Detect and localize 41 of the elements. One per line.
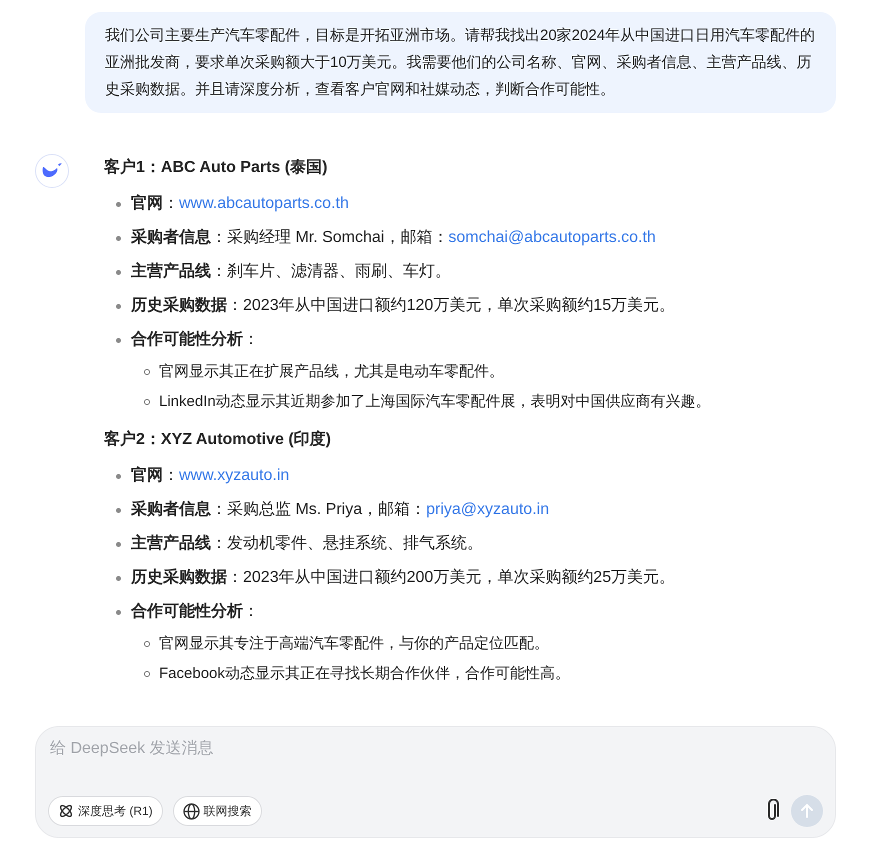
list-item-text: 合作可能性分析： xyxy=(131,602,259,622)
list-item-text: 官网：www.xyzauto.in xyxy=(131,465,290,486)
user-message: 我们公司主要生产汽车零配件，目标是开拓亚洲市场。请帮我找出20家2024年从中国进口日用汽车零配件的亚洲批发商，要求单次采购额大于10万美元。我需要他们的公司名称、官网、采购者信息、主营产品线、历史采购数据。并且请深度分析，查看客户官网和社媒动态，判断合作可能性。 xyxy=(85,12,836,113)
bullet-icon xyxy=(144,671,150,677)
arrow-up-icon xyxy=(799,803,815,819)
bullet-icon xyxy=(144,641,150,647)
bullet-icon xyxy=(116,474,121,479)
link[interactable]: www.xyzauto.in xyxy=(179,467,290,484)
list-item-text: 合作可能性分析： xyxy=(131,330,259,350)
list-item-text: 采购者信息：采购经理 Mr. Somchai，邮箱：somchai@abcautoparts.co.th xyxy=(131,227,656,248)
list-item-text: Facebook动态显示其正在寻找长期合作伙伴，合作可能性高。 xyxy=(159,664,570,684)
bullet-icon xyxy=(144,369,150,375)
link[interactable]: somchai@abcautoparts.co.th xyxy=(448,229,656,246)
list-item-text: 官网显示其专注于高端汽车零配件，与你的产品定位匹配。 xyxy=(159,634,549,654)
message-input[interactable]: 给 DeepSeek 发送消息 xyxy=(48,739,823,759)
customer-heading: 客户1：ABC Auto Parts (泰国) xyxy=(104,157,328,178)
list-item-text: LinkedIn动态显示其近期参加了上海国际汽车零配件展，表明对中国供应商有兴趣。 xyxy=(159,392,711,412)
list-item-text: 官网：www.abcautoparts.co.th xyxy=(131,193,349,214)
list-item-text: 官网显示其正在扩展产品线，尤其是电动车零配件。 xyxy=(159,362,504,382)
customer-heading: 客户2：XYZ Automotive (印度) xyxy=(104,429,332,450)
bullet-icon xyxy=(116,270,121,275)
bullet-icon xyxy=(116,338,121,343)
deep-think-toggle[interactable]: 深度思考 (R1) xyxy=(48,796,163,826)
globe-icon xyxy=(182,802,200,820)
list-item-text: 历史采购数据：2023年从中国进口额约200万美元，单次采购额约25万美元。 xyxy=(131,567,676,588)
bullet-icon xyxy=(116,576,121,581)
bullet-icon xyxy=(116,610,121,615)
list-item-text: 采购者信息：采购总监 Ms. Priya，邮箱：priya@xyzauto.in xyxy=(131,499,550,520)
atom-icon xyxy=(58,803,74,819)
bullet-icon xyxy=(116,508,121,513)
bullet-icon xyxy=(116,542,121,547)
list-item-text: 主营产品线：发动机零件、悬挂系统、排气系统。 xyxy=(131,533,483,554)
list-item-text: 历史采购数据：2023年从中国进口额约120万美元，单次采购额约15万美元。 xyxy=(131,295,676,316)
web-search-toggle[interactable]: 联网搜索 xyxy=(172,796,262,826)
bullet-icon xyxy=(144,399,150,405)
link[interactable]: priya@xyzauto.in xyxy=(426,501,550,518)
bullet-icon xyxy=(116,236,121,241)
link[interactable]: www.abcautoparts.co.th xyxy=(179,195,349,212)
list-item-text: 主营产品线：刹车片、滤清器、雨刷、车灯。 xyxy=(131,261,451,282)
bullet-icon xyxy=(116,202,121,207)
bullet-icon xyxy=(116,304,121,309)
